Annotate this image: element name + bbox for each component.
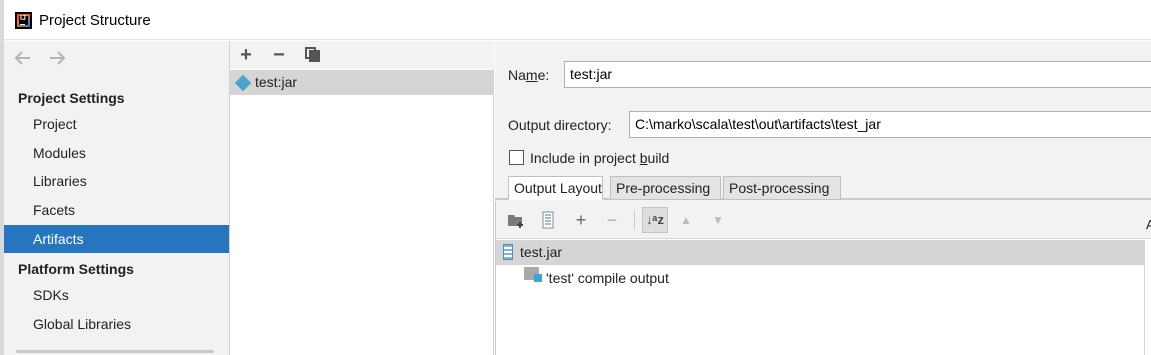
include-in-build-checkbox[interactable] [509,150,524,165]
artifact-tabs: Output Layout Pre-processing Post-proces… [495,175,1151,200]
settings-sidebar: Project Settings Project Modules Librari… [4,41,230,355]
artifact-label: test:jar [255,74,298,90]
output-directory-label: Output directory: [508,117,612,133]
arrow-right-icon[interactable] [47,47,67,69]
artifact-list-item[interactable]: test:jar [230,70,494,95]
output-layout-toolbar: + − ↓ᵃz ▲ ▼ A [496,201,1151,239]
sidebar-item-facets[interactable]: Facets [4,196,229,224]
project-structure-dialog: IJ Project Structure Project Settings Pr… [4,0,1151,355]
tab-pre-processing[interactable]: Pre-processing [610,176,721,200]
output-directory-field[interactable]: C:\marko\scala\test\out\artifacts\test_j… [629,111,1151,138]
sidebar-item-artifacts[interactable]: Artifacts [4,225,229,253]
new-directory-icon[interactable] [506,210,526,230]
tree-node-compile-output[interactable]: 'test' compile output [546,270,669,286]
sidebar-scrollbar[interactable] [16,350,214,353]
project-settings-header: Project Settings [18,90,125,106]
intellij-idea-icon: IJ [15,12,32,29]
include-in-build-label: Include in project build [530,150,670,166]
move-up-icon[interactable]: ▲ [676,210,696,230]
move-down-icon[interactable]: ▼ [708,210,728,230]
copy-artifact-icon[interactable] [305,47,320,62]
tree-node-label: test.jar [520,244,563,260]
folder-output-icon [524,267,542,282]
artifacts-list-panel: + − test:jar [230,41,494,355]
platform-settings-header: Platform Settings [18,261,134,277]
sort-elements-button[interactable]: ↓ᵃz [642,207,668,233]
toolbar-separator [634,210,635,230]
remove-artifact-button[interactable]: − [268,44,290,66]
name-label: Name: [508,67,550,83]
sidebar-item-modules[interactable]: Modules [4,139,229,167]
artifacts-toolbar: + − [230,41,494,69]
add-artifact-button[interactable]: + [235,44,257,66]
arrow-left-icon[interactable] [13,47,33,69]
output-layout-area: + − ↓ᵃz ▲ ▼ A test.jar 'test' compile ou… [495,201,1151,355]
add-copy-of-icon[interactable]: + [571,210,591,230]
remove-element-icon[interactable]: − [602,210,622,230]
title-bar: IJ Project Structure [4,0,1151,40]
window-title: Project Structure [39,12,151,29]
sidebar-item-global-libraries[interactable]: Global Libraries [4,310,229,338]
jar-icon[interactable] [538,210,558,230]
available-elements-panel-edge [1144,240,1151,355]
sidebar-item-sdks[interactable]: SDKs [4,281,229,309]
sidebar-item-libraries[interactable]: Libraries [4,167,229,195]
artifact-icon [234,74,252,92]
layout-tree-root[interactable]: test.jar [496,240,1144,265]
available-elements-label-edge: A [1146,217,1151,232]
artifact-config-panel: Name: test:jar Output directory: C:\mark… [495,41,1151,355]
name-field[interactable]: test:jar [564,61,1151,88]
tab-output-layout[interactable]: Output Layout [508,176,603,200]
jar-icon [503,244,513,260]
tab-post-processing[interactable]: Post-processing [723,176,841,200]
sidebar-item-project[interactable]: Project [4,110,229,138]
